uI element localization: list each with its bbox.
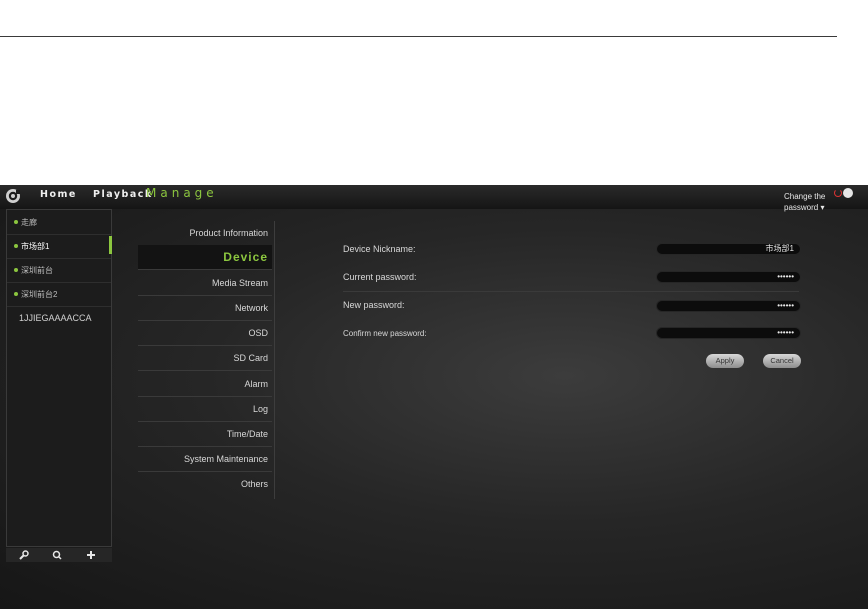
current-password-label: Current password:: [343, 272, 417, 282]
online-dot-icon: [14, 292, 18, 296]
sidebar-item-label: 深圳前台2: [21, 290, 58, 299]
nav-playback[interactable]: Playback: [93, 189, 153, 200]
online-dot-icon: [14, 244, 18, 248]
menu-item-label: Product Information: [189, 228, 268, 238]
menu-item-device[interactable]: Device: [138, 245, 272, 270]
menu-item-label: SD Card: [233, 353, 268, 363]
menu-item-label: Log: [252, 404, 268, 414]
cancel-button[interactable]: Cancel: [763, 354, 801, 368]
avatar-icon[interactable]: [843, 188, 853, 198]
top-bar: Home Playback Manage Change the password…: [0, 185, 868, 212]
menu-item-label: Device: [223, 250, 268, 264]
sidebar-item-device[interactable]: 深圳前台2: [7, 282, 111, 307]
device-sidebar: 走廊 市场部1 深圳前台 深圳前台2 1JJIEGAAAACCA: [6, 209, 112, 547]
logo-icon: [6, 189, 20, 203]
plus-icon[interactable]: [86, 550, 96, 560]
menu-item-system-maintenance[interactable]: System Maintenance: [138, 447, 272, 472]
menu-item-label: System Maintenance: [183, 454, 268, 464]
sidebar-item-label: 1JJIEGAAAACCA: [19, 313, 92, 323]
nickname-field[interactable]: 市场部1: [656, 243, 801, 255]
new-password-label: New password:: [343, 300, 405, 310]
menu-item-time-date[interactable]: Time/Date: [138, 422, 272, 447]
nav-manage[interactable]: Manage: [146, 186, 218, 200]
sidebar-item-device[interactable]: 走廊: [7, 210, 111, 235]
menu-item-osd[interactable]: OSD: [138, 321, 272, 346]
sidebar-item-device[interactable]: 深圳前台: [7, 258, 111, 283]
power-icon[interactable]: [834, 189, 842, 197]
menu-item-product-information[interactable]: Product Information: [138, 221, 272, 246]
wrench-icon[interactable]: [19, 550, 29, 560]
sidebar-item-label: 走廊: [21, 218, 37, 227]
online-dot-icon: [14, 220, 18, 224]
menu-item-label: Others: [240, 479, 268, 489]
menu-item-label: Media Stream: [211, 278, 268, 288]
menu-item-sd-card[interactable]: SD Card: [138, 346, 272, 371]
confirm-password-field[interactable]: ••••••: [656, 327, 801, 339]
settings-menu: Product Information Device Media Stream …: [138, 221, 275, 499]
sidebar-toolbar: [6, 548, 112, 562]
menu-item-log[interactable]: Log: [138, 397, 272, 422]
sidebar-item-device[interactable]: 市场部1: [7, 234, 112, 259]
change-password-line1: Change the: [784, 192, 826, 201]
change-password-link[interactable]: Change the password ▾: [784, 191, 825, 213]
nav-home[interactable]: Home: [40, 189, 77, 200]
menu-item-media-stream[interactable]: Media Stream: [138, 271, 272, 296]
menu-item-alarm[interactable]: Alarm: [138, 372, 272, 397]
new-password-field[interactable]: ••••••: [656, 300, 801, 312]
menu-item-label: Alarm: [244, 379, 268, 389]
search-icon[interactable]: [52, 550, 62, 560]
menu-item-label: Network: [234, 303, 268, 313]
form-divider: [343, 291, 799, 292]
page-rule: [0, 36, 837, 37]
sidebar-item-device[interactable]: 1JJIEGAAAACCA: [7, 306, 111, 330]
menu-item-others[interactable]: Others: [138, 472, 272, 496]
confirm-password-label: Confirm new password:: [343, 329, 427, 338]
apply-button[interactable]: Apply: [706, 354, 744, 368]
current-password-field[interactable]: ••••••: [656, 271, 801, 283]
sidebar-item-label: 市场部1: [21, 242, 50, 251]
change-password-line2: password ▾: [784, 203, 825, 212]
menu-item-network[interactable]: Network: [138, 296, 272, 321]
menu-item-label: Time/Date: [226, 429, 268, 439]
sidebar-item-label: 深圳前台: [21, 266, 53, 275]
menu-item-label: OSD: [248, 328, 268, 338]
app-window: Home Playback Manage Change the password…: [0, 185, 868, 609]
online-dot-icon: [14, 268, 18, 272]
nickname-label: Device Nickname:: [343, 244, 416, 254]
